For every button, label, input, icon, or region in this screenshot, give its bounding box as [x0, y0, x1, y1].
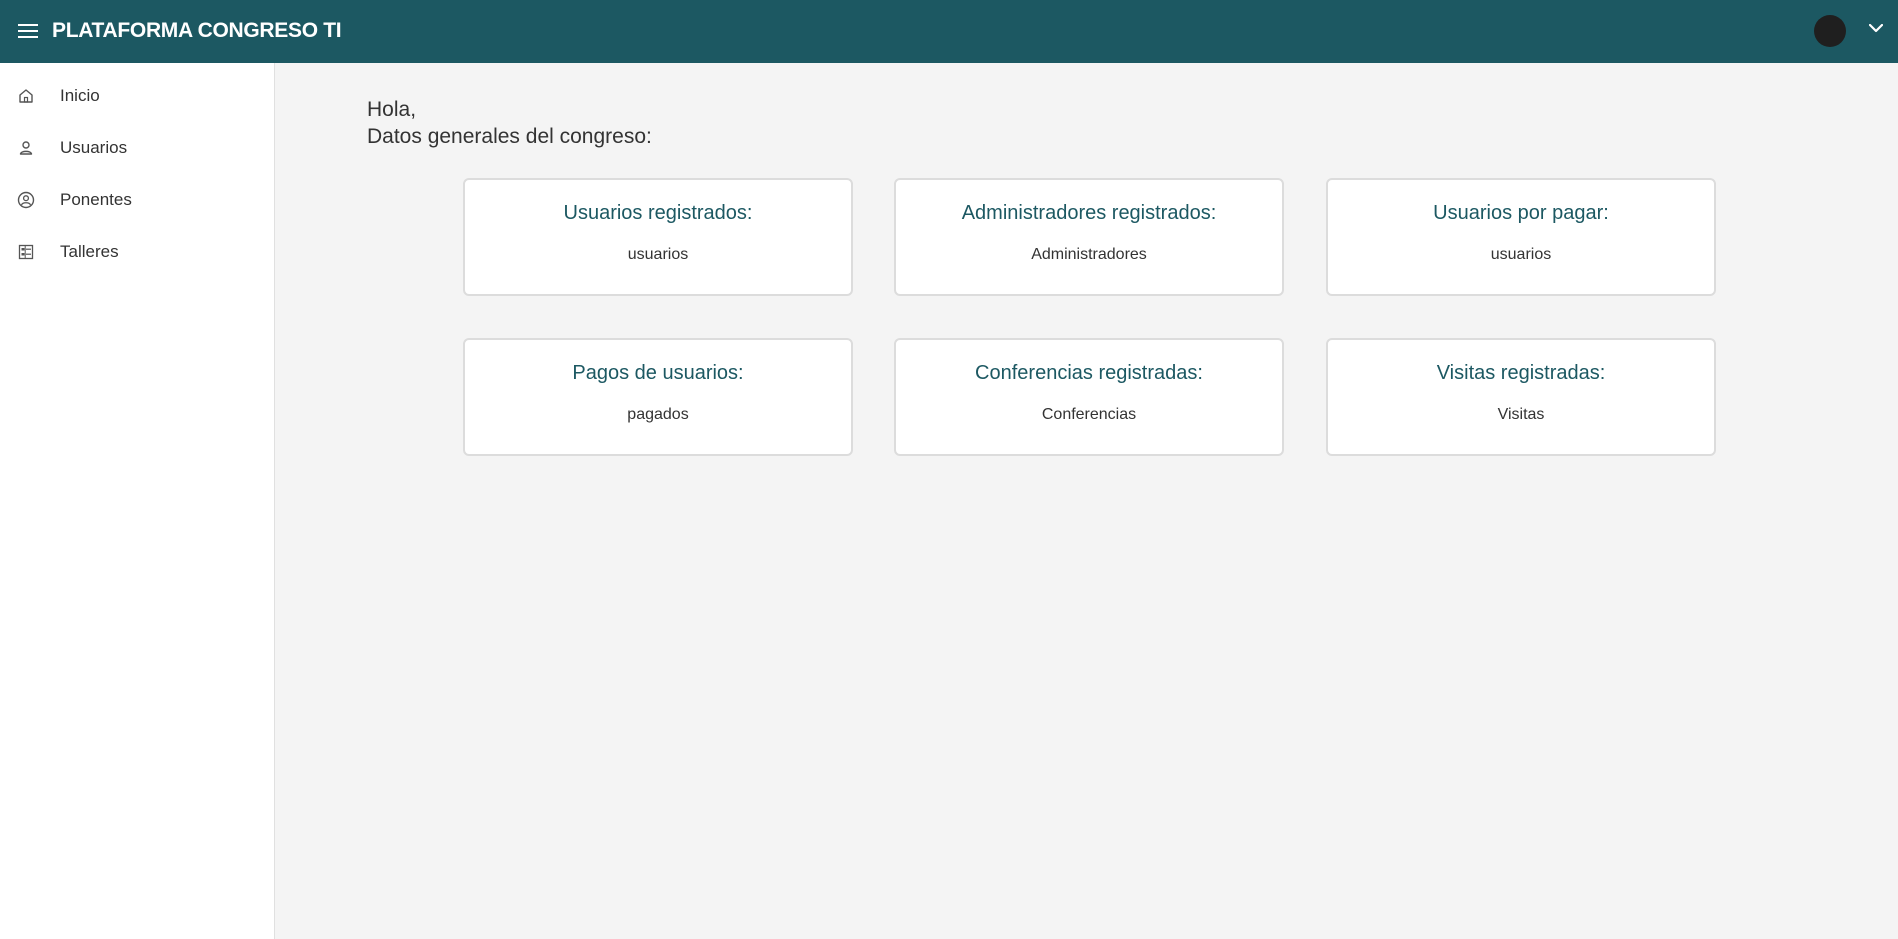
card-title: Pagos de usuarios:	[572, 362, 744, 384]
stat-card-visitas-registradas: Visitas registradas: Visitas	[1326, 338, 1716, 456]
card-value: usuarios	[627, 246, 689, 263]
sidebar-item-talleres[interactable]: Talleres	[0, 230, 274, 274]
sidebar-item-label: Usuarios	[60, 138, 128, 157]
card-value: pagados	[627, 406, 689, 423]
greeting-hello: Hola,	[367, 98, 417, 121]
stat-card-conferencias-registradas: Conferencias registradas: Conferencias	[894, 338, 1284, 456]
card-value: usuarios	[1490, 246, 1552, 263]
stat-card-usuarios-registrados: Usuarios registrados: usuarios	[463, 178, 853, 296]
card-value: Conferencias	[1041, 406, 1137, 423]
sidebar: Inicio Usuarios Ponentes Talleres	[0, 63, 275, 939]
sidebar-item-label: Inicio	[60, 86, 100, 105]
chevron-down-icon[interactable]	[1866, 19, 1886, 37]
greeting-subtitle: Datos generales del congreso:	[367, 125, 652, 148]
stat-card-usuarios-por-pagar: Usuarios por pagar: usuarios	[1326, 178, 1716, 296]
sidebar-item-inicio[interactable]: Inicio	[0, 74, 274, 118]
top-app-bar: PLATAFORMA CONGRESO TI	[0, 0, 1898, 63]
menu-icon[interactable]	[16, 20, 40, 42]
card-value: Administradores	[1031, 246, 1147, 263]
sidebar-item-label: Talleres	[60, 242, 119, 261]
stat-card-administradores-registrados: Administradores registrados: Administrad…	[894, 178, 1284, 296]
card-title: Usuarios registrados:	[563, 202, 753, 224]
card-title: Conferencias registradas:	[975, 362, 1203, 384]
card-title: Visitas registradas:	[1436, 362, 1606, 384]
avatar[interactable]	[1814, 15, 1846, 47]
card-value: Visitas	[1497, 406, 1545, 423]
main-content: Hola, Datos generales del congreso: Usua…	[276, 63, 1898, 939]
list-icon	[17, 243, 35, 261]
card-title: Administradores registrados:	[961, 202, 1217, 224]
home-icon	[17, 87, 35, 105]
greeting: Hola, Datos generales del congreso:	[367, 96, 652, 150]
user-icon	[17, 139, 35, 157]
app-title: PLATAFORMA CONGRESO TI	[52, 19, 342, 42]
sidebar-item-usuarios[interactable]: Usuarios	[0, 126, 274, 170]
stat-card-pagos-de-usuarios: Pagos de usuarios: pagados	[463, 338, 853, 456]
user-circle-icon	[17, 191, 35, 209]
sidebar-item-ponentes[interactable]: Ponentes	[0, 178, 274, 222]
sidebar-item-label: Ponentes	[60, 190, 132, 209]
card-title: Usuarios por pagar:	[1433, 202, 1609, 224]
